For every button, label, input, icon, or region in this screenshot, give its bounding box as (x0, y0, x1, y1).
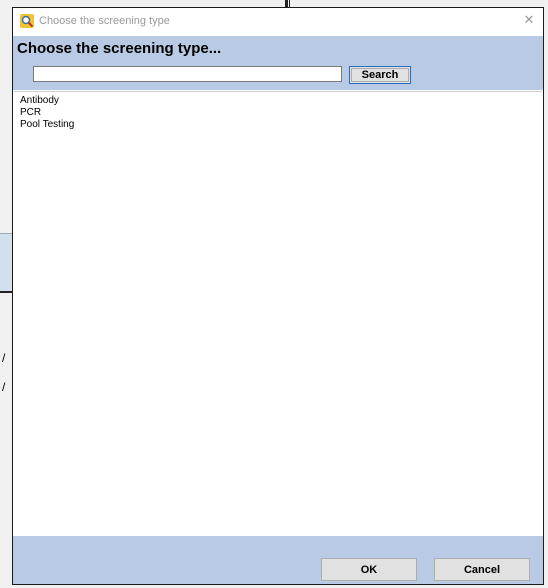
background-glyph: / (2, 380, 6, 394)
ok-button[interactable]: OK (321, 558, 417, 581)
background-glyph: / (2, 351, 6, 365)
list-item-pool-testing[interactable]: Pool Testing (14, 119, 542, 131)
list-item-pcr[interactable]: PCR (14, 107, 542, 119)
button-bar: OK Cancel (13, 536, 543, 584)
screening-type-list[interactable]: Antibody PCR Pool Testing (14, 91, 542, 543)
magnifier-app-icon (20, 14, 34, 28)
page-title: Choose the screening type... (17, 40, 222, 57)
cancel-button[interactable]: Cancel (434, 558, 530, 581)
screening-type-dialog: Choose the screening type ✕ Choose the s… (12, 7, 544, 585)
search-button[interactable]: Search (349, 66, 411, 84)
close-icon[interactable]: ✕ (521, 12, 537, 28)
window-title: Choose the screening type (39, 15, 170, 27)
title-bar: Choose the screening type ✕ (13, 8, 543, 35)
list-item-antibody[interactable]: Antibody (14, 95, 542, 107)
search-header: Choose the screening type... Search (13, 36, 543, 90)
search-input[interactable] (33, 66, 342, 82)
